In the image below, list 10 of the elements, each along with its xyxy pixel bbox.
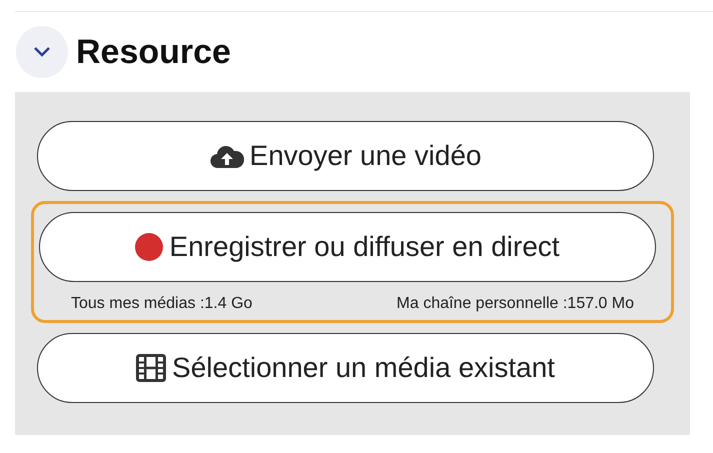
action-button[interactable]: Envoyer une vidéo <box>37 121 654 191</box>
cloud-upload-icon <box>210 143 244 169</box>
chevron-icon <box>33 46 51 58</box>
film-icon <box>136 354 166 382</box>
action-button[interactable]: Enregistrer ou diffuser en direct <box>39 212 656 282</box>
storage-usage: Ma chaîne personnelle :157.0 Mo <box>396 294 634 314</box>
collapse-toggle[interactable] <box>16 26 68 78</box>
action-button[interactable]: Sélectionner un média existant <box>37 333 654 403</box>
section-title: Resource <box>76 32 231 72</box>
storage-usage: Tous mes médias :1.4 Go <box>71 294 252 314</box>
